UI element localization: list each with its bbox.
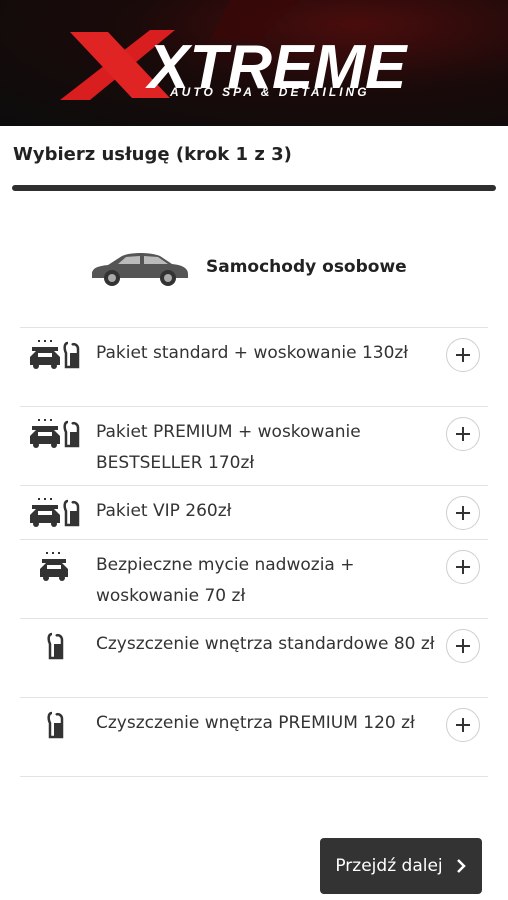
plus-icon	[456, 560, 470, 574]
next-button-label: Przejdź dalej	[335, 856, 443, 876]
plus-icon	[456, 639, 470, 653]
category-header: Samochody osobowe	[88, 244, 407, 290]
logo-subtext: AUTO SPA & DETAILING	[169, 85, 370, 99]
add-service-button[interactable]	[446, 708, 480, 742]
chevron-right-icon	[456, 859, 466, 873]
header-banner: XTREME AUTO SPA & DETAILING	[0, 0, 508, 126]
logo: XTREME AUTO SPA & DETAILING	[60, 0, 408, 102]
service-row[interactable]: Pakiet VIP 260zł	[20, 486, 488, 540]
service-row[interactable]: Czyszczenie wnętrza standardowe 80 zł	[20, 619, 488, 698]
service-row[interactable]: Pakiet PREMIUM + woskowanie BESTSELLER 1…	[20, 407, 488, 486]
service-row[interactable]: Czyszczenie wnętrza PREMIUM 120 zł	[20, 698, 488, 777]
service-row[interactable]: Bezpieczne mycie nadwozia + woskowanie 7…	[20, 540, 488, 619]
add-service-button[interactable]	[446, 496, 480, 530]
car-wash-vacuum-icon	[30, 340, 80, 369]
category-label: Samochody osobowe	[206, 257, 407, 277]
add-service-button[interactable]	[446, 417, 480, 451]
vacuum-icon	[47, 632, 64, 660]
add-service-button[interactable]	[446, 629, 480, 663]
car-icon	[92, 253, 188, 286]
step-title: Wybierz usługę (krok 1 z 3)	[13, 144, 292, 165]
add-service-button[interactable]	[446, 550, 480, 584]
plus-icon	[456, 718, 470, 732]
progress-bar	[12, 185, 496, 191]
plus-icon	[456, 506, 470, 520]
service-label: Pakiet standard + woskowanie 130zł	[96, 343, 409, 363]
service-label: Pakiet PREMIUM + woskowanie BESTSELLER 1…	[96, 422, 361, 473]
service-list: Pakiet standard + woskowanie 130zł Pakie…	[20, 327, 488, 777]
plus-icon	[456, 427, 470, 441]
plus-icon	[456, 348, 470, 362]
car-wash-vacuum-icon	[30, 419, 80, 448]
add-service-button[interactable]	[446, 338, 480, 372]
car-wash-icon	[40, 552, 68, 581]
service-row[interactable]: Pakiet standard + woskowanie 130zł	[20, 328, 488, 407]
vacuum-icon	[47, 711, 64, 739]
service-label: Pakiet VIP 260zł	[96, 501, 232, 521]
service-label: Czyszczenie wnętrza standardowe 80 zł	[96, 634, 435, 654]
next-button[interactable]: Przejdź dalej	[320, 838, 482, 894]
car-wash-vacuum-icon	[30, 498, 80, 527]
service-label: Czyszczenie wnętrza PREMIUM 120 zł	[96, 713, 415, 733]
service-label: Bezpieczne mycie nadwozia + woskowanie 7…	[96, 555, 355, 606]
